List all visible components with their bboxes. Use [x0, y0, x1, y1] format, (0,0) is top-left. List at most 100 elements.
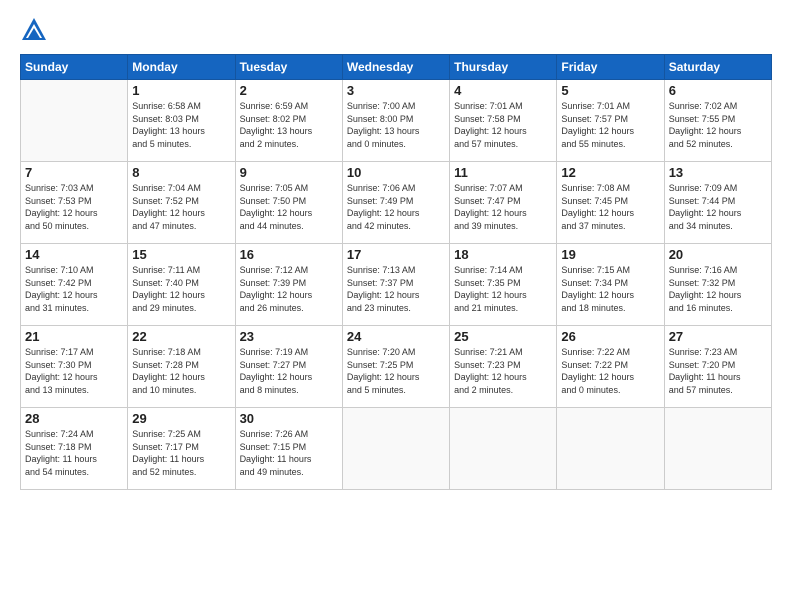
calendar-cell: 14 Sunrise: 7:10 AMSunset: 7:42 PMDayligh… — [21, 244, 128, 326]
day-info: Sunrise: 7:04 AMSunset: 7:52 PMDaylight:… — [132, 182, 230, 232]
calendar-cell: 30Sunrise: 7:26 AMSunset: 7:15 PMDayligh… — [235, 408, 342, 490]
day-info: Sunrise: 7:24 AMSunset: 7:18 PMDaylight:… — [25, 428, 123, 478]
day-number: 2 — [240, 83, 338, 98]
day-number: 23 — [240, 329, 338, 344]
calendar-cell: 24 Sunrise: 7:20 AMSunset: 7:25 PMDayligh… — [342, 326, 449, 408]
day-number: 13 — [669, 165, 767, 180]
day-number: 7 — [25, 165, 123, 180]
day-info: Sunrise: 7:21 AMSunset: 7:23 PMDaylight:… — [454, 346, 552, 396]
calendar-cell — [664, 408, 771, 490]
day-number: 25 — [454, 329, 552, 344]
day-info: Sunrise: 7:11 AMSunset: 7:40 PMDaylight:… — [132, 264, 230, 314]
calendar-cell: 1 Sunrise: 6:58 AMSunset: 8:03 PMDaylight… — [128, 80, 235, 162]
day-info: Sunrise: 7:15 AMSunset: 7:34 PMDaylight:… — [561, 264, 659, 314]
day-number: 17 — [347, 247, 445, 262]
day-number: 8 — [132, 165, 230, 180]
calendar-cell: 2 Sunrise: 6:59 AMSunset: 8:02 PMDaylight… — [235, 80, 342, 162]
day-info: Sunrise: 7:05 AMSunset: 7:50 PMDaylight:… — [240, 182, 338, 232]
day-info: Sunrise: 7:01 AMSunset: 7:57 PMDaylight:… — [561, 100, 659, 150]
day-number: 18 — [454, 247, 552, 262]
page: SundayMondayTuesdayWednesdayThursdayFrid… — [0, 0, 792, 612]
day-number: 19 — [561, 247, 659, 262]
calendar-cell: 8 Sunrise: 7:04 AMSunset: 7:52 PMDaylight… — [128, 162, 235, 244]
week-row-4: 28 Sunrise: 7:24 AMSunset: 7:18 PMDayligh… — [21, 408, 772, 490]
calendar-cell: 28 Sunrise: 7:24 AMSunset: 7:18 PMDayligh… — [21, 408, 128, 490]
day-number: 20 — [669, 247, 767, 262]
calendar-cell: 7 Sunrise: 7:03 AMSunset: 7:53 PMDaylight… — [21, 162, 128, 244]
calendar-cell: 10 Sunrise: 7:06 AMSunset: 7:49 PMDayligh… — [342, 162, 449, 244]
calendar-cell: 18 Sunrise: 7:14 AMSunset: 7:35 PMDayligh… — [450, 244, 557, 326]
weekday-header-friday: Friday — [557, 55, 664, 80]
day-number: 1 — [132, 83, 230, 98]
calendar-cell: 25 Sunrise: 7:21 AMSunset: 7:23 PMDayligh… — [450, 326, 557, 408]
day-info: Sunrise: 7:25 AMSunset: 7:17 PMDaylight:… — [132, 428, 230, 478]
week-row-1: 7 Sunrise: 7:03 AMSunset: 7:53 PMDaylight… — [21, 162, 772, 244]
day-info: Sunrise: 7:20 AMSunset: 7:25 PMDaylight:… — [347, 346, 445, 396]
day-number: 10 — [347, 165, 445, 180]
day-number: 12 — [561, 165, 659, 180]
calendar-cell: 13 Sunrise: 7:09 AMSunset: 7:44 PMDayligh… — [664, 162, 771, 244]
calendar-cell: 15 Sunrise: 7:11 AMSunset: 7:40 PMDayligh… — [128, 244, 235, 326]
day-info: Sunrise: 7:19 AMSunset: 7:27 PMDaylight:… — [240, 346, 338, 396]
day-info: Sunrise: 7:18 AMSunset: 7:28 PMDaylight:… — [132, 346, 230, 396]
calendar-cell: 23 Sunrise: 7:19 AMSunset: 7:27 PMDayligh… — [235, 326, 342, 408]
day-number: 4 — [454, 83, 552, 98]
day-info: Sunrise: 7:10 AMSunset: 7:42 PMDaylight:… — [25, 264, 123, 314]
calendar-cell: 19 Sunrise: 7:15 AMSunset: 7:34 PMDayligh… — [557, 244, 664, 326]
calendar-cell — [342, 408, 449, 490]
day-info: Sunrise: 7:06 AMSunset: 7:49 PMDaylight:… — [347, 182, 445, 232]
calendar-cell: 16 Sunrise: 7:12 AMSunset: 7:39 PMDayligh… — [235, 244, 342, 326]
day-number: 11 — [454, 165, 552, 180]
calendar: SundayMondayTuesdayWednesdayThursdayFrid… — [20, 54, 772, 490]
day-number: 5 — [561, 83, 659, 98]
calendar-cell: 12 Sunrise: 7:08 AMSunset: 7:45 PMDayligh… — [557, 162, 664, 244]
day-info: Sunrise: 7:12 AMSunset: 7:39 PMDaylight:… — [240, 264, 338, 314]
day-number: 22 — [132, 329, 230, 344]
day-info: Sunrise: 6:58 AMSunset: 8:03 PMDaylight:… — [132, 100, 230, 150]
day-number: 9 — [240, 165, 338, 180]
day-info: Sunrise: 7:14 AMSunset: 7:35 PMDaylight:… — [454, 264, 552, 314]
calendar-cell: 9 Sunrise: 7:05 AMSunset: 7:50 PMDaylight… — [235, 162, 342, 244]
day-info: Sunrise: 7:02 AMSunset: 7:55 PMDaylight:… — [669, 100, 767, 150]
day-info: Sunrise: 7:03 AMSunset: 7:53 PMDaylight:… — [25, 182, 123, 232]
day-number: 26 — [561, 329, 659, 344]
calendar-cell: 22 Sunrise: 7:18 AMSunset: 7:28 PMDayligh… — [128, 326, 235, 408]
calendar-cell: 5 Sunrise: 7:01 AMSunset: 7:57 PMDaylight… — [557, 80, 664, 162]
weekday-header-sunday: Sunday — [21, 55, 128, 80]
day-info: Sunrise: 7:08 AMSunset: 7:45 PMDaylight:… — [561, 182, 659, 232]
day-number: 30 — [240, 411, 338, 426]
day-number: 28 — [25, 411, 123, 426]
calendar-cell: 11 Sunrise: 7:07 AMSunset: 7:47 PMDayligh… — [450, 162, 557, 244]
week-row-2: 14 Sunrise: 7:10 AMSunset: 7:42 PMDayligh… — [21, 244, 772, 326]
day-info: Sunrise: 7:09 AMSunset: 7:44 PMDaylight:… — [669, 182, 767, 232]
day-number: 16 — [240, 247, 338, 262]
calendar-cell — [450, 408, 557, 490]
day-info: Sunrise: 7:23 AMSunset: 7:20 PMDaylight:… — [669, 346, 767, 396]
day-info: Sunrise: 7:00 AMSunset: 8:00 PMDaylight:… — [347, 100, 445, 150]
week-row-0: 1 Sunrise: 6:58 AMSunset: 8:03 PMDaylight… — [21, 80, 772, 162]
calendar-cell: 20 Sunrise: 7:16 AMSunset: 7:32 PMDayligh… — [664, 244, 771, 326]
weekday-header-row: SundayMondayTuesdayWednesdayThursdayFrid… — [21, 55, 772, 80]
day-number: 14 — [25, 247, 123, 262]
day-number: 24 — [347, 329, 445, 344]
calendar-cell: 17 Sunrise: 7:13 AMSunset: 7:37 PMDayligh… — [342, 244, 449, 326]
day-info: Sunrise: 7:17 AMSunset: 7:30 PMDaylight:… — [25, 346, 123, 396]
week-row-3: 21 Sunrise: 7:17 AMSunset: 7:30 PMDayligh… — [21, 326, 772, 408]
weekday-header-tuesday: Tuesday — [235, 55, 342, 80]
day-number: 3 — [347, 83, 445, 98]
logo-icon — [20, 16, 48, 44]
calendar-cell: 27Sunrise: 7:23 AMSunset: 7:20 PMDayligh… — [664, 326, 771, 408]
day-info: Sunrise: 7:07 AMSunset: 7:47 PMDaylight:… — [454, 182, 552, 232]
calendar-cell: 4 Sunrise: 7:01 AMSunset: 7:58 PMDaylight… — [450, 80, 557, 162]
calendar-cell: 29Sunrise: 7:25 AMSunset: 7:17 PMDayligh… — [128, 408, 235, 490]
day-number: 21 — [25, 329, 123, 344]
weekday-header-thursday: Thursday — [450, 55, 557, 80]
calendar-cell: 26Sunrise: 7:22 AMSunset: 7:22 PMDayligh… — [557, 326, 664, 408]
day-info: Sunrise: 7:01 AMSunset: 7:58 PMDaylight:… — [454, 100, 552, 150]
day-info: Sunrise: 6:59 AMSunset: 8:02 PMDaylight:… — [240, 100, 338, 150]
day-info: Sunrise: 7:16 AMSunset: 7:32 PMDaylight:… — [669, 264, 767, 314]
day-number: 15 — [132, 247, 230, 262]
day-info: Sunrise: 7:13 AMSunset: 7:37 PMDaylight:… — [347, 264, 445, 314]
day-number: 6 — [669, 83, 767, 98]
calendar-cell — [557, 408, 664, 490]
